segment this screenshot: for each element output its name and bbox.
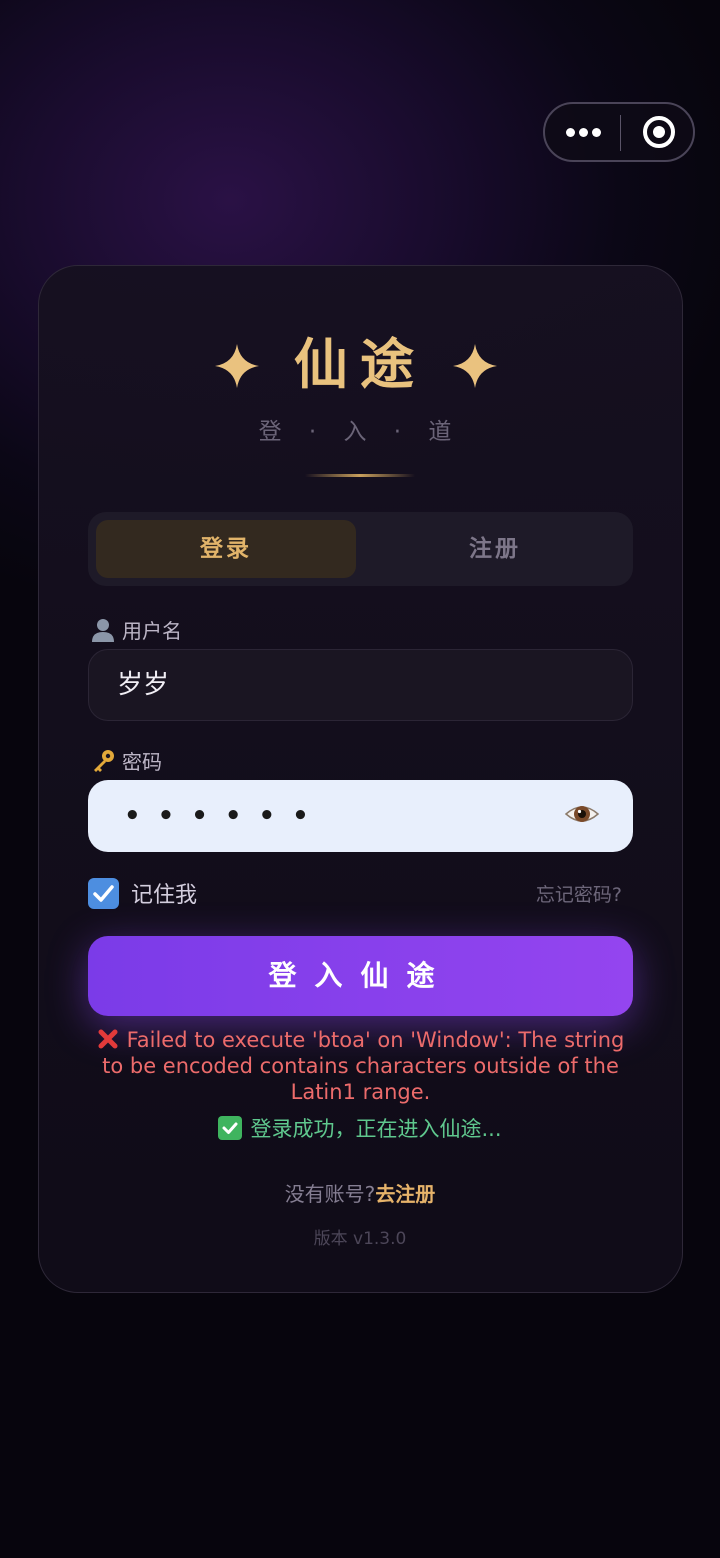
app-title: 仙途: [294, 333, 426, 396]
capsule-divider: [620, 115, 621, 151]
green-check-icon: [218, 1116, 243, 1140]
target-close-icon[interactable]: [643, 116, 675, 148]
no-account-text: 没有账号?: [284, 1182, 376, 1206]
title-row: 仙途: [0, 330, 720, 400]
tab-register[interactable]: 注册: [365, 520, 625, 578]
auth-tabs: 登录 注册: [88, 512, 633, 586]
user-icon: [92, 619, 114, 642]
tab-login[interactable]: 登录: [96, 520, 356, 578]
key-icon: [94, 750, 114, 772]
more-dots-icon[interactable]: [545, 104, 621, 160]
eye-icon[interactable]: [564, 796, 600, 832]
go-register-link[interactable]: 去注册: [375, 1182, 435, 1206]
login-submit-button[interactable]: 登入仙途: [88, 936, 633, 1016]
version-text: 版本 v1.3.0: [313, 1229, 407, 1249]
forgot-password-link[interactable]: 忘记密码?: [536, 880, 622, 907]
mini-program-capsule: [543, 102, 695, 162]
title-divider: [305, 474, 415, 477]
red-x-icon: [98, 1029, 118, 1049]
password-input[interactable]: ••••••: [88, 780, 633, 852]
error-text: Failed to execute 'btoa' on 'Window': Th…: [102, 1028, 625, 1104]
password-label-row: 密码: [90, 746, 162, 776]
app-subtitle: 登 · 入 · 道: [258, 419, 462, 445]
username-input[interactable]: 岁岁: [88, 649, 633, 721]
password-label: 密码: [122, 750, 162, 774]
username-label: 用户名: [122, 619, 182, 643]
error-message: Failed to execute 'btoa' on 'Window': Th…: [88, 1027, 633, 1105]
username-label-row: 用户名: [90, 615, 182, 645]
success-text: 登录成功，正在进入仙途...: [250, 1117, 502, 1141]
remember-checkbox[interactable]: [88, 878, 119, 909]
password-masked-value: ••••••: [124, 801, 326, 831]
username-value: 岁岁: [117, 670, 170, 700]
sparkle-right-icon: [453, 344, 497, 388]
register-prompt: 没有账号?去注册: [0, 1178, 720, 1207]
sparkle-left-icon: [215, 344, 259, 388]
remember-label[interactable]: 记住我: [131, 877, 197, 909]
success-message: 登录成功，正在进入仙途...: [0, 1113, 720, 1143]
checkmark-icon: [93, 885, 114, 902]
